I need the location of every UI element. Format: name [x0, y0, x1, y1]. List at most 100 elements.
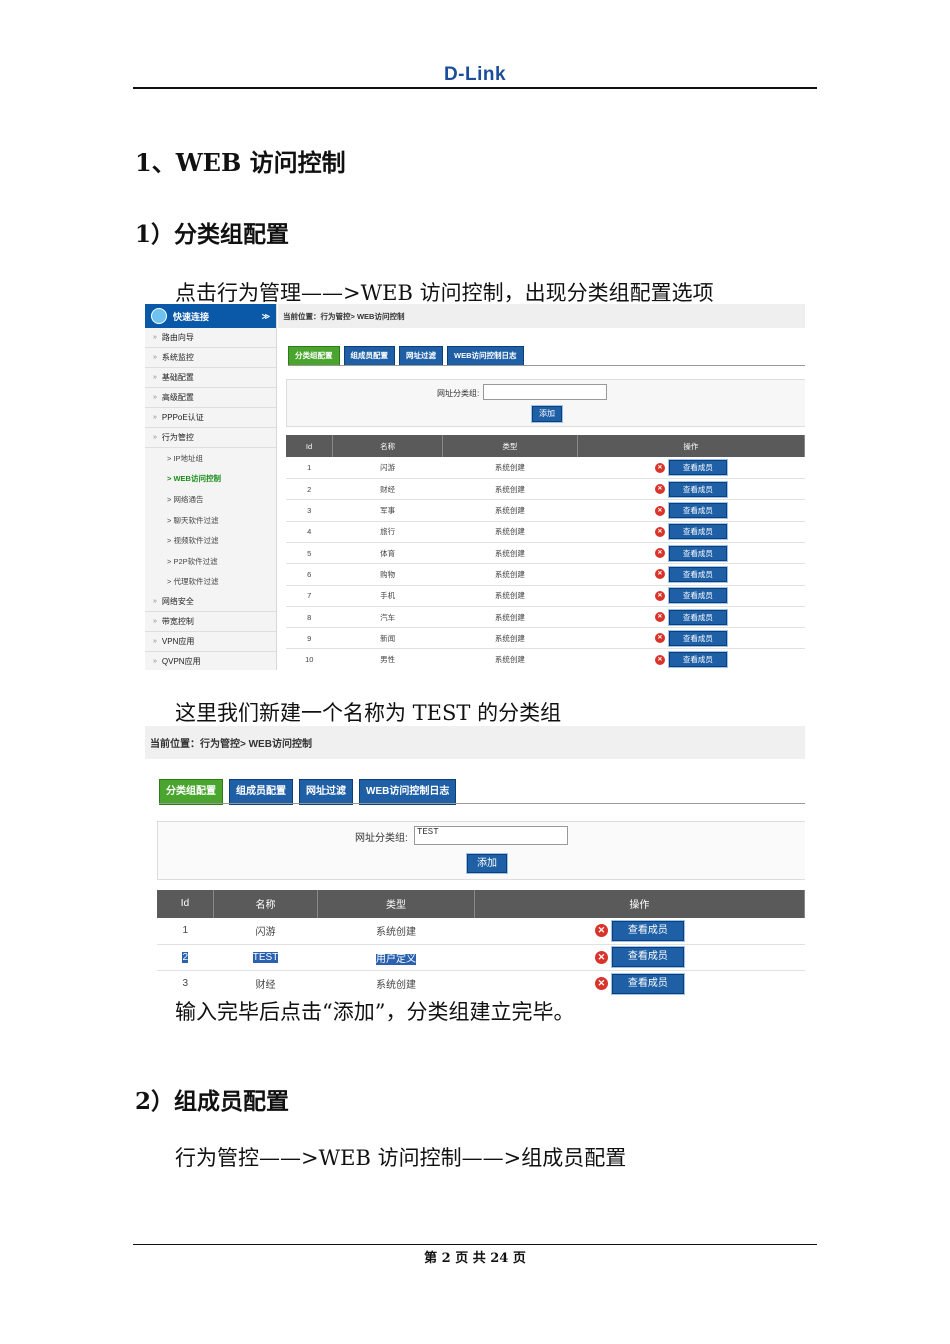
- sidebar-item-label: 路由向导: [161, 333, 194, 342]
- tab-2[interactable]: 网址过滤: [299, 779, 353, 805]
- cell-name-text: 新闻: [380, 633, 396, 643]
- cell-type: 系统创建: [317, 917, 475, 945]
- view-members-button[interactable]: 查看成员: [610, 946, 685, 969]
- view-members-button[interactable]: 查看成员: [610, 972, 685, 995]
- breadcrumb: 当前位置：行为管控> WEB访问控制: [278, 304, 805, 328]
- sidebar-subitem[interactable]: > WEB访问控制: [145, 469, 276, 490]
- add-button[interactable]: 添加: [466, 853, 508, 874]
- sidebar-item[interactable]: » 高级配置: [145, 388, 276, 408]
- view-members-button[interactable]: 查看成员: [610, 919, 685, 942]
- sidebar-subitem[interactable]: > 代理软件过滤: [145, 572, 276, 593]
- sidebar-item[interactable]: » 行为管控: [145, 428, 276, 448]
- cell-id: 7: [286, 585, 333, 607]
- view-members-button[interactable]: 查看成员: [667, 502, 728, 520]
- sidebar-menu: » 路由向导 » 系统监控 » 基础配置 » 高级配置 » PPPoE认证 » 行为管控: [145, 328, 276, 448]
- view-members-button[interactable]: 查看成员: [667, 523, 728, 541]
- dlink-logo: D-Link: [443, 64, 507, 85]
- cell-actions: ✕ 查看成员: [577, 499, 805, 522]
- sidebar-menu-lower: » 网络安全 » 带宽控制 » VPN应用 » QVPN应用: [145, 592, 276, 670]
- delete-icon[interactable]: ✕: [654, 462, 665, 473]
- view-members-button[interactable]: 查看成员: [667, 480, 728, 498]
- tab-1[interactable]: 组成员配置: [343, 346, 395, 366]
- sidebar-item[interactable]: » 带宽控制: [145, 612, 276, 633]
- cell-actions: ✕ 查看成员: [577, 478, 805, 501]
- add-button[interactable]: 添加: [531, 405, 563, 423]
- table-row: 2 TEST 用户定义 ✕ 查看成员: [157, 944, 805, 971]
- tab-2[interactable]: 网址过滤: [399, 346, 443, 366]
- sidebar-subitem[interactable]: > IP地址组: [145, 448, 276, 469]
- view-members-button[interactable]: 查看成员: [667, 544, 728, 562]
- cell-type: 系统创建: [442, 542, 578, 565]
- tab-3[interactable]: WEB访问控制日志: [447, 346, 524, 366]
- sidebar-item[interactable]: » VPN应用: [145, 632, 276, 653]
- cell-name: 闪游: [213, 917, 318, 945]
- sidebar-item[interactable]: » 网络安全: [145, 592, 276, 613]
- cell-type: 系统创建: [442, 499, 578, 522]
- tab-3[interactable]: WEB访问控制日志: [359, 779, 457, 805]
- delete-icon[interactable]: ✕: [654, 633, 665, 644]
- column-header: 类型: [442, 435, 578, 458]
- sidebar-item[interactable]: » 基础配置: [145, 368, 276, 388]
- delete-icon[interactable]: ✕: [594, 924, 608, 937]
- delete-icon[interactable]: ✕: [654, 569, 665, 580]
- delete-icon[interactable]: ✕: [654, 526, 665, 537]
- cell-id: 10: [286, 648, 333, 670]
- delete-icon[interactable]: ✕: [654, 484, 665, 495]
- group-name-input[interactable]: TEST: [414, 826, 568, 845]
- view-members-button[interactable]: 查看成员: [667, 608, 728, 626]
- sidebar-item[interactable]: » QVPN应用: [145, 652, 276, 670]
- delete-icon[interactable]: ✕: [594, 977, 608, 991]
- sidebar-item[interactable]: » 系统监控: [145, 348, 276, 368]
- heading-web-access-control: 1、WEB 访问控制: [135, 148, 346, 177]
- tab-1[interactable]: 组成员配置: [229, 779, 293, 805]
- column-header: 名称: [332, 435, 444, 458]
- cell-id-text: 1: [307, 463, 312, 473]
- chevron-down-icon: ≫: [261, 311, 270, 321]
- chevron-right-icon: »: [153, 618, 157, 626]
- column-header: 操作: [577, 435, 805, 458]
- cell-type: 系统创建: [442, 478, 578, 501]
- sidebar-item[interactable]: » PPPoE认证: [145, 408, 276, 428]
- tab-0[interactable]: 分类组配置: [288, 346, 340, 366]
- page-number: 第 2 页 共 24 页: [424, 1251, 526, 1266]
- cell-type: 系统创建: [442, 521, 578, 543]
- sidebar-item-label: 行为管控: [161, 433, 194, 442]
- chevron-right-icon: »: [153, 434, 157, 441]
- delete-icon[interactable]: ✕: [654, 505, 665, 516]
- table-row: 3 军事 系统创建 ✕ 查看成员: [286, 499, 805, 522]
- cell-name-text: 体育: [380, 548, 396, 558]
- sidebar-item[interactable]: » 路由向导: [145, 328, 276, 348]
- chevron-right-icon: »: [153, 354, 157, 361]
- cell-name-text: 男性: [380, 655, 396, 665]
- table-row: 8 汽车 系统创建 ✕ 查看成员: [286, 606, 805, 629]
- cell-type-text: 系统创建: [376, 980, 417, 992]
- delete-icon[interactable]: ✕: [654, 590, 665, 601]
- cell-id-text: 6: [307, 569, 312, 579]
- group-name-input[interactable]: [483, 384, 607, 400]
- sidebar-subitem[interactable]: > 聊天软件过滤: [145, 510, 276, 531]
- sidebar: 快速连接 ≫ » 路由向导 » 系统监控 » 基础配置 » 高级配置 » PPPoE认证 » 行为管控…: [145, 304, 277, 670]
- sidebar-subitem[interactable]: > 网络通告: [145, 489, 276, 510]
- tab-divider: [159, 803, 805, 804]
- delete-icon[interactable]: ✕: [654, 654, 665, 665]
- add-group-form: 网址分类组: TEST 添加: [157, 821, 805, 880]
- tab-0[interactable]: 分类组配置: [159, 779, 223, 805]
- delete-icon[interactable]: ✕: [594, 950, 608, 964]
- cell-type-text: 系统创建: [494, 612, 525, 622]
- view-members-button[interactable]: 查看成员: [667, 459, 728, 477]
- group-field-label: 网址分类组:: [355, 833, 408, 844]
- view-members-button[interactable]: 查看成员: [667, 651, 728, 669]
- heading-member-config: 2）组成员配置: [135, 1088, 290, 1115]
- sidebar-item-label: VPN应用: [161, 637, 195, 647]
- view-members-button[interactable]: 查看成员: [667, 587, 728, 605]
- view-members-button[interactable]: 查看成员: [667, 565, 728, 583]
- sidebar-item-label: 系统监控: [161, 353, 194, 362]
- sidebar-subitem[interactable]: > P2P软件过滤: [145, 551, 276, 572]
- sidebar-header[interactable]: 快速连接 ≫: [145, 304, 276, 328]
- cell-actions: ✕ 查看成员: [577, 627, 805, 650]
- sidebar-subitem[interactable]: > 视频软件过滤: [145, 530, 276, 551]
- table-row: 4 旅行 系统创建 ✕ 查看成员: [286, 521, 805, 543]
- delete-icon[interactable]: ✕: [654, 548, 665, 559]
- view-members-button[interactable]: 查看成员: [667, 629, 728, 647]
- delete-icon[interactable]: ✕: [654, 612, 665, 623]
